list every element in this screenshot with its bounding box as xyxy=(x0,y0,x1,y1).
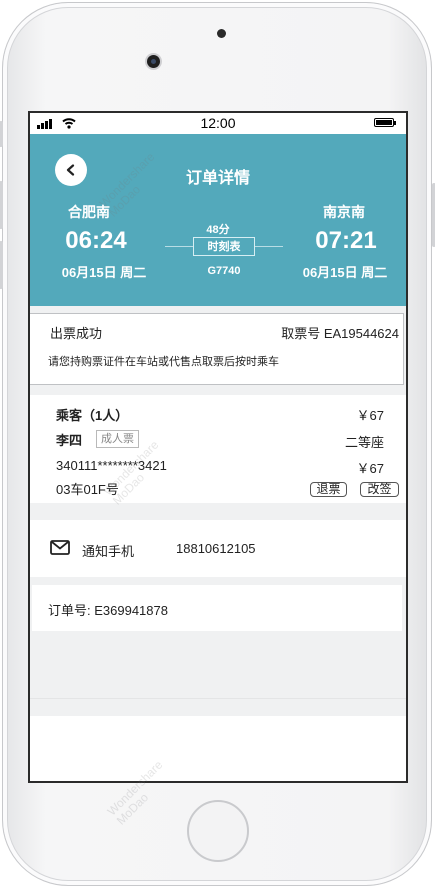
passenger-name: 李四 xyxy=(56,433,83,448)
pickup-number: 取票号 EA19544624 xyxy=(281,326,399,341)
departure-time: 06:24 xyxy=(65,227,127,254)
page-title: 订单详情 xyxy=(185,170,250,187)
mute-switch xyxy=(0,121,3,147)
passenger-heading: 乘客（1人） xyxy=(56,408,129,423)
passenger-id: 340111********3421 xyxy=(56,458,167,473)
arrival-station: 南京南 xyxy=(323,204,365,220)
route-line-left xyxy=(165,246,193,247)
timetable-button[interactable]: 时刻表 xyxy=(193,237,255,256)
order-card: 订单号: E369941878 xyxy=(32,585,402,631)
notify-phone: 18810612105 xyxy=(176,541,256,556)
trip-header: 订单详情 合肥南 06:24 06月15日 周二 48分 时刻表 G7740 南… xyxy=(30,134,406,306)
arrival-date: 06月15日 周二 xyxy=(302,265,388,280)
change-ticket-button[interactable]: 改签 xyxy=(360,482,399,497)
speaker-icon xyxy=(217,29,226,38)
route-line-right xyxy=(255,246,283,247)
ticket-type-tag: 成人票 xyxy=(96,430,139,448)
passenger-heading-price: ￥67 xyxy=(356,408,384,423)
train-number: G7740 xyxy=(207,265,241,277)
ticket-status: 出票成功 xyxy=(50,326,103,341)
ticket-price: ￥67 xyxy=(356,461,384,476)
refund-button[interactable]: 退票 xyxy=(310,482,347,497)
order-number: 订单号: E369941878 xyxy=(48,603,168,618)
front-camera-icon xyxy=(147,55,160,68)
trip-duration: 48分 xyxy=(206,224,230,236)
departure-station: 合肥南 xyxy=(68,204,110,220)
battery-icon xyxy=(374,118,396,127)
seat-class: 二等座 xyxy=(344,435,384,450)
passenger-card: 乘客（1人） ￥67 李四 成人票 二等座 340111********3421… xyxy=(30,395,406,503)
home-button[interactable] xyxy=(187,800,249,862)
volume-down-button xyxy=(0,241,3,289)
status-time: 12:00 xyxy=(200,115,236,131)
departure-date: 06月15日 周二 xyxy=(61,265,147,280)
phone-screen: 12:00 订单详情 合肥南 06:24 06月15日 周二 48分 时刻表 G… xyxy=(28,111,408,783)
mail-icon xyxy=(50,540,70,555)
status-bar: 12:00 xyxy=(30,113,406,133)
ticket-status-card: 出票成功 取票号 EA19544624 请您持购票证件在车站或代售点取票后按时乘… xyxy=(30,313,404,385)
notify-card: 通知手机 18810612105 xyxy=(30,520,406,577)
notify-label: 通知手机 xyxy=(82,544,135,559)
divider xyxy=(30,698,406,699)
arrival-time: 07:21 xyxy=(315,227,377,254)
pickup-note: 请您持购票证件在车站或代售点取票后按时乘车 xyxy=(48,356,279,368)
seat-number: 03车01F号 xyxy=(56,482,119,497)
volume-up-button xyxy=(0,181,3,229)
